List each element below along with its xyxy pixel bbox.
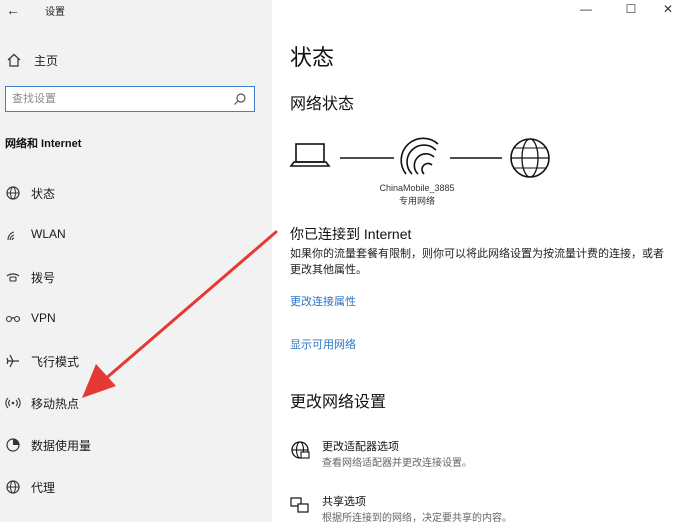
- sidebar-item-airplane[interactable]: 飞行模式: [0, 345, 272, 377]
- sharing-options-item[interactable]: 共享选项 根据所连接到的网络，决定要共享的内容。: [290, 493, 670, 529]
- change-network-settings-heading: 更改网络设置: [290, 394, 387, 411]
- sidebar-item-data-usage[interactable]: 数据使用量: [0, 429, 272, 461]
- page-title: 状态: [290, 45, 335, 70]
- adapter-icon: [291, 441, 310, 459]
- maximize-button[interactable]: ☐: [621, 2, 641, 18]
- proxy-globe-icon: [6, 480, 20, 494]
- connected-description: 如果你的流量套餐有限制，则你可以将此网络设置为按流量计费的连接，或者更改其他属性…: [290, 248, 664, 276]
- sidebar-item-label: 代理: [31, 481, 56, 495]
- connected-title: 你已连接到 Internet: [290, 226, 412, 242]
- change-connection-properties-link[interactable]: 更改连接属性: [290, 293, 356, 309]
- dialup-icon: [6, 273, 20, 282]
- back-arrow-icon[interactable]: ←: [6, 2, 20, 18]
- data-usage-icon: [6, 438, 20, 452]
- option-description: 查看网络适配器并更改连接设置。: [322, 458, 472, 469]
- home-icon: [7, 53, 21, 67]
- section-title: 网络和 Internet: [5, 138, 82, 150]
- network-type: 专用网络: [398, 196, 435, 206]
- main-pane: — ☐ ✕ 状态 网络状态 ChinaMobile_3885 专用网络 你已连接…: [272, 0, 680, 524]
- search-icon[interactable]: [232, 91, 248, 107]
- show-available-networks-link[interactable]: 显示可用网络: [290, 336, 356, 352]
- sidebar-item-label: 拨号: [31, 271, 56, 285]
- sidebar-item-label: 数据使用量: [31, 439, 92, 453]
- network-name-block: ChinaMobile_3885 专用网络: [362, 182, 472, 208]
- sidebar-item-label: 状态: [31, 187, 56, 201]
- home-label: 主页: [34, 53, 59, 68]
- network-name: ChinaMobile_3885: [379, 183, 455, 193]
- sidebar-item-label: 飞行模式: [31, 355, 80, 369]
- sidebar-item-dialup[interactable]: 拨号: [0, 261, 272, 293]
- vpn-icon: [5, 315, 21, 323]
- sidebar-item-proxy[interactable]: 代理: [0, 471, 272, 503]
- network-status-heading: 网络状态: [290, 96, 355, 113]
- sidebar-item-status[interactable]: 状态: [0, 177, 272, 209]
- search-box: [5, 86, 255, 112]
- sidebar-item-label: VPN: [31, 311, 56, 325]
- laptop-icon: [289, 143, 331, 167]
- minimize-button[interactable]: —: [576, 2, 596, 18]
- sidebar-item-hotspot[interactable]: 移动热点: [0, 387, 272, 419]
- wifi-signal-icon: [400, 137, 439, 175]
- close-button[interactable]: ✕: [658, 2, 678, 18]
- wifi-icon: [7, 231, 15, 241]
- sharing-icon: [290, 497, 309, 513]
- sidebar-item-vpn[interactable]: VPN: [0, 303, 272, 335]
- hotspot-icon: [5, 397, 21, 409]
- sidebar: ← 设置 主页 网络和 Internet 状态 WLAN: [0, 0, 272, 522]
- option-title: 共享选项: [322, 496, 366, 508]
- internet-globe-icon: [510, 138, 550, 178]
- airplane-icon: [6, 354, 19, 368]
- sidebar-item-label: WLAN: [31, 227, 66, 241]
- window-title: 设置: [45, 7, 65, 18]
- sidebar-item-label: 移动热点: [31, 397, 80, 411]
- search-input[interactable]: [12, 90, 222, 108]
- globe-status-icon: [6, 186, 20, 200]
- adapter-options-item[interactable]: 更改适配器选项 查看网络适配器并更改连接设置。: [290, 438, 670, 474]
- home-nav-item[interactable]: 主页: [6, 50, 58, 70]
- sidebar-item-wlan[interactable]: WLAN: [0, 219, 272, 251]
- option-title: 更改适配器选项: [322, 441, 399, 453]
